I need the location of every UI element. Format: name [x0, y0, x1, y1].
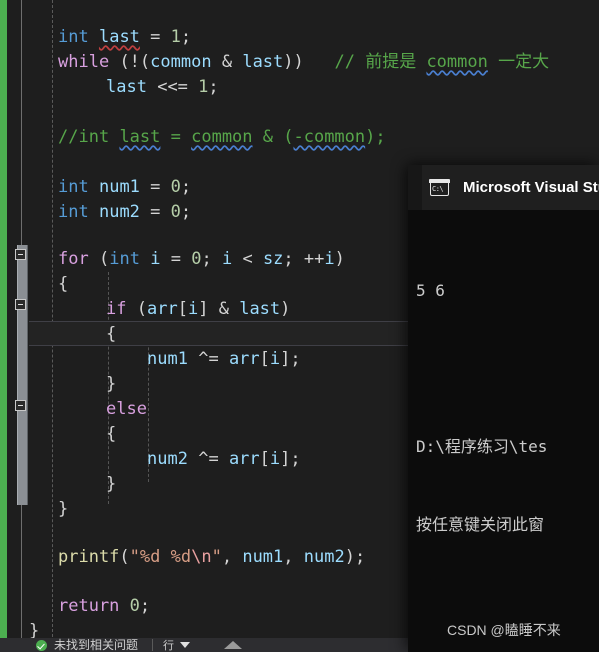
console-output-line: 按任意键关闭此窗: [416, 515, 545, 534]
code-line[interactable]: while (!(common & last)) // 前提是 common 一…: [58, 50, 549, 75]
code-line[interactable]: //int last = common & (-common);: [58, 125, 386, 150]
code-line[interactable]: {: [106, 322, 116, 347]
watermark: CSDN @瞌睡不来: [447, 622, 561, 638]
code-line[interactable]: else: [106, 397, 147, 422]
status-issue-text: 未找到相关问题: [54, 638, 139, 652]
console-output-line: 5 6: [416, 281, 445, 300]
console-icon-label: C:\: [432, 184, 444, 193]
console-output: 5 6 D:\程序练习\tes 按任意键关闭此窗: [408, 210, 599, 590]
code-line[interactable]: last <<= 1;: [106, 75, 219, 100]
code-line[interactable]: {: [106, 422, 116, 447]
console-output-line: D:\程序练习\tes: [416, 437, 548, 456]
code-line[interactable]: num2 ^= arr[i];: [147, 447, 301, 472]
code-line[interactable]: for (int i = 0; i < sz; ++i): [58, 247, 345, 272]
code-line[interactable]: }: [106, 372, 116, 397]
triangle-icon[interactable]: [224, 641, 243, 649]
code-line[interactable]: }: [106, 472, 116, 497]
code-line[interactable]: int num1 = 0;: [58, 175, 191, 200]
code-line[interactable]: if (arr[i] & last): [106, 297, 290, 322]
console-titlebar[interactable]: C:\ Microsoft Visual Stu: [408, 165, 599, 210]
console-icon: C:\: [429, 178, 450, 196]
status-edit-label: 行: [163, 640, 175, 652]
code-line[interactable]: }: [58, 497, 68, 522]
green-check-icon: [36, 639, 47, 651]
chevron-down-icon[interactable]: [180, 642, 191, 648]
code-line[interactable]: printf("%d %d\n", num1, num2);: [58, 545, 365, 570]
console-output-blank: [416, 356, 599, 382]
code-line[interactable]: {: [58, 272, 68, 297]
console-output-window[interactable]: C:\ Microsoft Visual Stu 5 6 D:\程序练习\tes…: [408, 165, 599, 652]
console-title: Microsoft Visual Stu: [463, 179, 599, 196]
status-divider: [152, 639, 154, 651]
status-bar[interactable]: 未找到相关问题 行: [0, 638, 408, 652]
code-line[interactable]: return 0;: [58, 594, 150, 619]
code-line[interactable]: int num2 = 0;: [58, 200, 191, 225]
code-line[interactable]: int last = 1;: [58, 25, 191, 50]
code-line[interactable]: num1 ^= arr[i];: [147, 347, 301, 372]
